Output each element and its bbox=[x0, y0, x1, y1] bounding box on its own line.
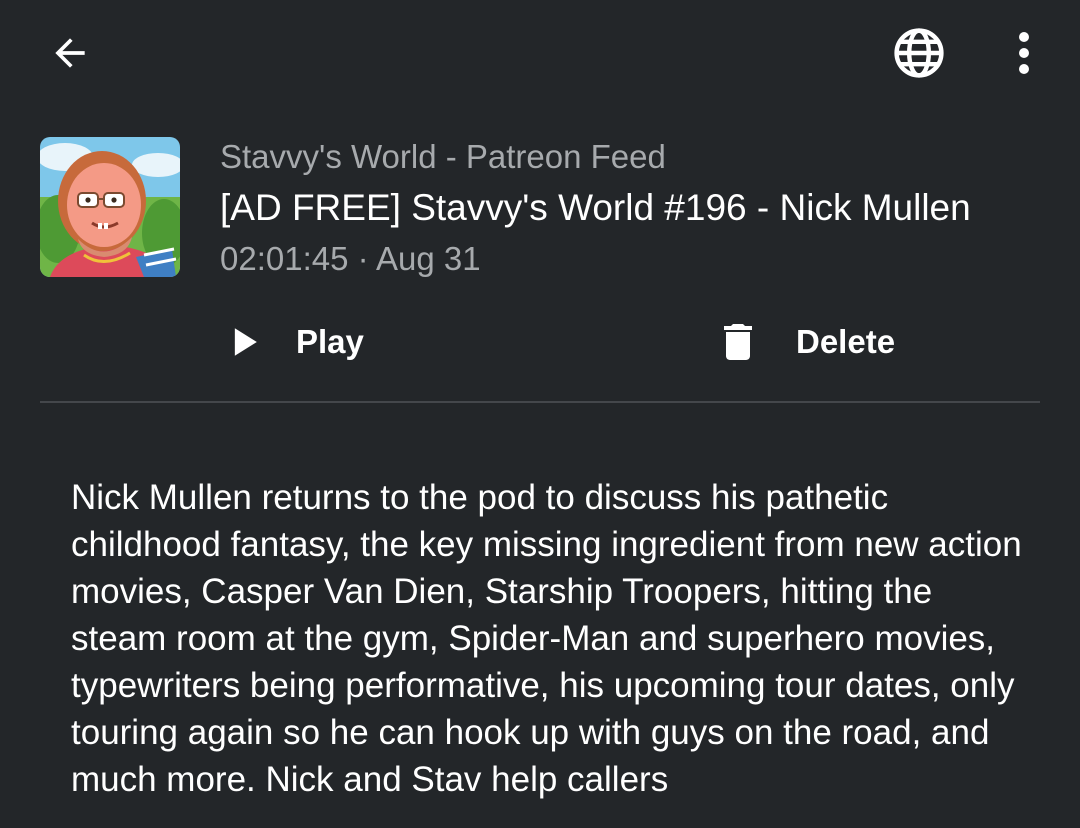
globe-icon bbox=[894, 28, 944, 78]
play-icon bbox=[234, 328, 257, 356]
podcast-title: Stavvy's World - Patreon Feed bbox=[220, 138, 666, 175]
divider bbox=[40, 401, 1040, 403]
delete-label: Delete bbox=[796, 323, 896, 360]
play-label: Play bbox=[296, 323, 364, 360]
back-button[interactable] bbox=[34, 17, 106, 89]
podcast-cover-image[interactable] bbox=[40, 137, 180, 277]
arrow-left-icon bbox=[55, 38, 85, 68]
podcast-cover-art bbox=[40, 137, 180, 277]
more-options-button[interactable] bbox=[988, 17, 1060, 89]
episode-title: [AD FREE] Stavvy's World #196 - Nick Mul… bbox=[220, 187, 971, 228]
more-vert-icon bbox=[1019, 32, 1029, 74]
delete-button[interactable]: Delete bbox=[714, 312, 895, 372]
app-bar bbox=[0, 0, 1080, 108]
open-website-button[interactable] bbox=[883, 17, 955, 89]
play-button[interactable]: Play bbox=[222, 312, 364, 372]
episode-duration-date: 02:01:45 · Aug 31 bbox=[220, 240, 481, 277]
episode-description: Nick Mullen returns to the pod to discus… bbox=[71, 478, 1022, 799]
trash-icon bbox=[724, 324, 752, 360]
